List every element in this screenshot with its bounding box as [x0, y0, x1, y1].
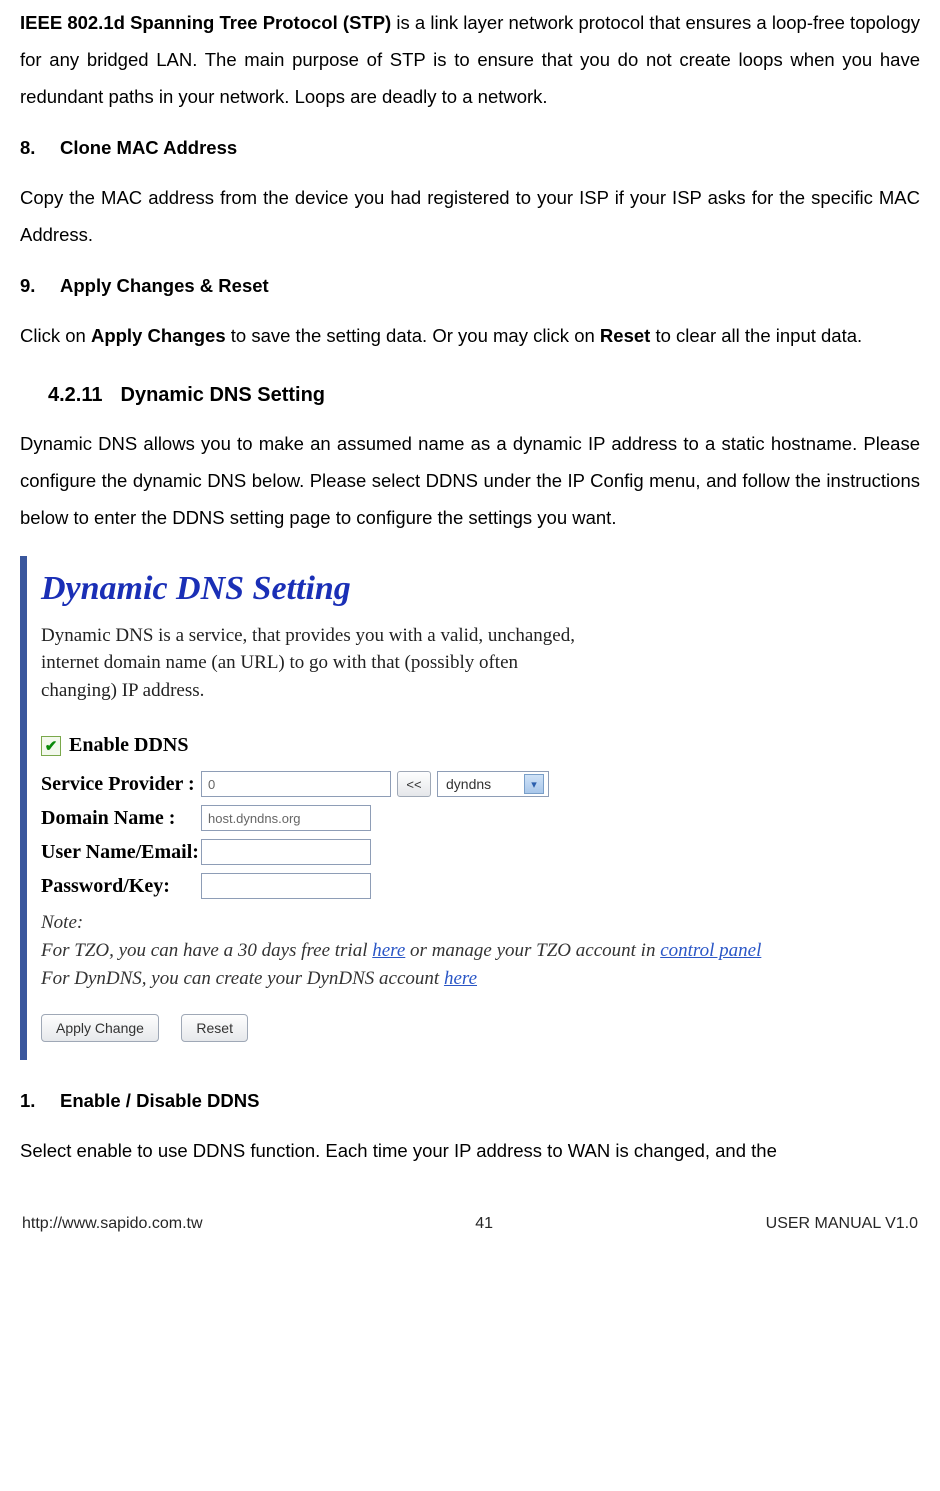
domain-name-label: Domain Name :	[41, 806, 201, 830]
reset-button[interactable]: Reset	[181, 1014, 248, 1042]
note-l1b: or manage your TZO account in	[405, 940, 660, 961]
stp-bold: IEEE 802.1d Spanning Tree Protocol (STP)	[20, 12, 391, 33]
ddns-panel: Dynamic DNS Setting Dynamic DNS is a ser…	[20, 556, 820, 1060]
service-provider-input[interactable]	[201, 771, 391, 797]
note-line-1: For TZO, you can have a 30 days free tri…	[41, 937, 801, 965]
section-1-body: Select enable to use DDNS function. Each…	[20, 1132, 920, 1169]
section-9-title: Apply Changes & Reset	[60, 275, 269, 296]
user-name-input[interactable]	[201, 839, 371, 865]
domain-name-input[interactable]	[201, 805, 371, 831]
password-row: Password/Key:	[41, 873, 802, 899]
footer-page-number: 41	[475, 1215, 493, 1233]
footer-manual-version: USER MANUAL V1.0	[766, 1215, 918, 1233]
note-l1a: For TZO, you can have a 30 days free tri…	[41, 940, 372, 961]
page-footer: http://www.sapido.com.tw 41 USER MANUAL …	[20, 1215, 920, 1245]
subsection-num: 4.2.11	[48, 384, 103, 407]
footer-url: http://www.sapido.com.tw	[22, 1215, 203, 1233]
sec9-mid: to save the setting data. Or you may cli…	[226, 325, 600, 346]
stp-paragraph: IEEE 802.1d Spanning Tree Protocol (STP)…	[20, 4, 920, 115]
service-provider-row: Service Provider : << dyndns ▾	[41, 771, 802, 797]
panel-title: Dynamic DNS Setting	[41, 570, 802, 608]
dyndns-create-link[interactable]: here	[444, 968, 477, 989]
subsection-title: Dynamic DNS Setting	[121, 384, 325, 406]
section-8-num: 8.	[20, 135, 60, 161]
enable-ddns-label: Enable DDNS	[69, 734, 188, 757]
password-input[interactable]	[201, 873, 371, 899]
service-provider-label: Service Provider :	[41, 772, 201, 796]
note-line-2: For DynDNS, you can create your DynDNS a…	[41, 965, 801, 993]
service-provider-select-value: dyndns	[446, 776, 491, 792]
section-9-heading: 9.Apply Changes & Reset	[20, 273, 920, 299]
chevron-down-icon: ▾	[524, 774, 544, 794]
section-1-title: Enable / Disable DDNS	[60, 1090, 259, 1111]
section-1-heading: 1.Enable / Disable DDNS	[20, 1088, 920, 1114]
section-8-title: Clone MAC Address	[60, 137, 237, 158]
sec9-b2: Reset	[600, 325, 650, 346]
apply-change-button[interactable]: Apply Change	[41, 1014, 159, 1042]
enable-ddns-row: ✔ Enable DDNS	[41, 734, 802, 757]
service-provider-select[interactable]: dyndns ▾	[437, 771, 549, 797]
section-1-num: 1.	[20, 1088, 60, 1114]
note-l2a: For DynDNS, you can create your DynDNS a…	[41, 968, 444, 989]
note-title: Note:	[41, 909, 801, 937]
user-name-row: User Name/Email:	[41, 839, 802, 865]
domain-name-row: Domain Name :	[41, 805, 802, 831]
section-9-body: Click on Apply Changes to save the setti…	[20, 317, 920, 354]
tzo-control-panel-link[interactable]: control panel	[660, 940, 761, 961]
panel-button-row: Apply Change Reset	[41, 992, 802, 1042]
sec9-post: to clear all the input data.	[650, 325, 862, 346]
section-8-heading: 8.Clone MAC Address	[20, 135, 920, 161]
enable-ddns-checkbox[interactable]: ✔	[41, 736, 61, 756]
password-label: Password/Key:	[41, 874, 201, 898]
section-8-body: Copy the MAC address from the device you…	[20, 179, 920, 253]
panel-note: Note: For TZO, you can have a 30 days fr…	[41, 909, 801, 992]
subsection-body: Dynamic DNS allows you to make an assume…	[20, 425, 920, 536]
section-9-num: 9.	[20, 273, 60, 299]
user-name-label: User Name/Email:	[41, 840, 201, 864]
sec9-pre: Click on	[20, 325, 91, 346]
panel-intro-text: Dynamic DNS is a service, that provides …	[41, 622, 581, 705]
subsection-heading: 4.2.11 Dynamic DNS Setting	[48, 384, 920, 407]
tzo-trial-link[interactable]: here	[372, 940, 405, 961]
service-provider-copy-button[interactable]: <<	[397, 771, 431, 797]
sec9-b1: Apply Changes	[91, 325, 226, 346]
